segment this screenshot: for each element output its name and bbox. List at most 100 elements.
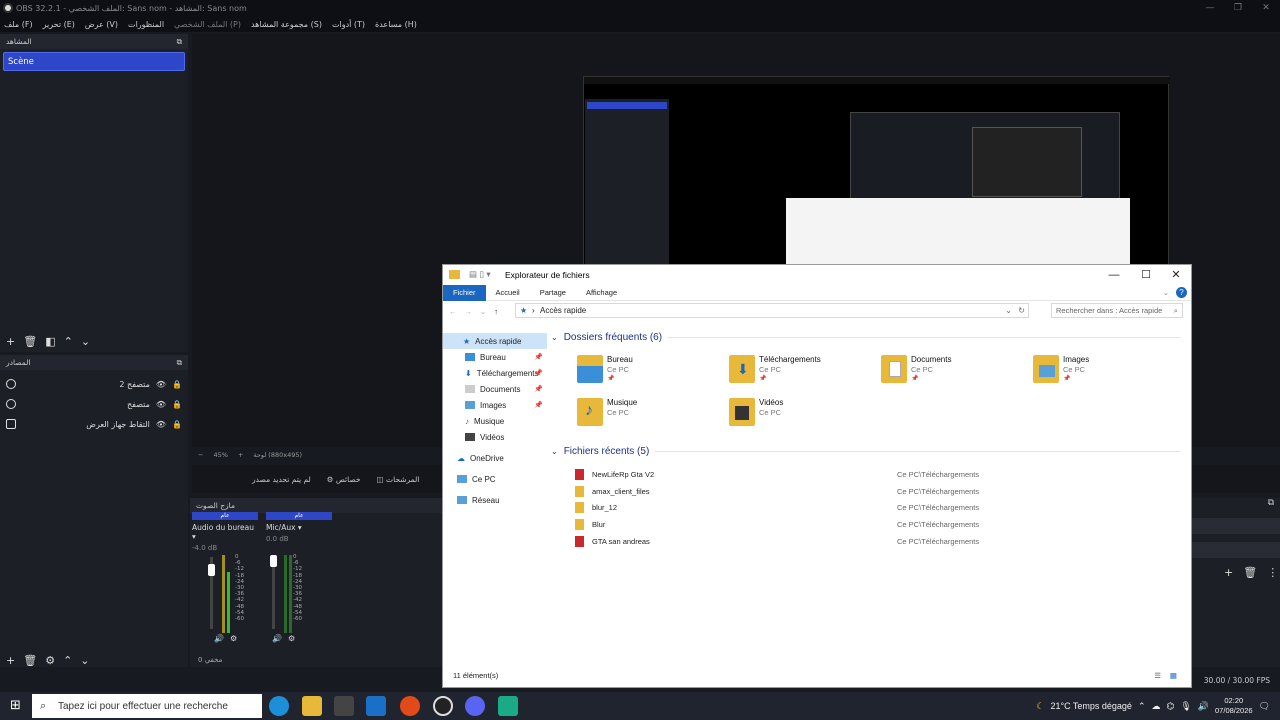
- folder-tile[interactable]: Documents Ce PC 📌: [881, 353, 1031, 393]
- mail-icon[interactable]: [366, 696, 386, 716]
- onedrive-icon[interactable]: ☁: [1152, 701, 1161, 712]
- obs-icon[interactable]: [433, 696, 453, 716]
- menu-tools[interactable]: أدوات (T): [332, 20, 365, 29]
- expand-ribbon-icon[interactable]: ⌄: [1163, 288, 1169, 297]
- zoom-out-icon[interactable]: −: [198, 451, 203, 459]
- folder-tile[interactable]: Bureau Ce PC 📌: [577, 353, 727, 393]
- recent-file-row[interactable]: GTA san andreas Ce PC\Téléchargements: [575, 533, 1175, 549]
- minimize-icon[interactable]: —: [1196, 0, 1224, 16]
- source-item[interactable]: متصفح 2 👁 🔒: [0, 374, 188, 394]
- nav-item-desktop[interactable]: Bureau 📌: [443, 349, 547, 365]
- details-view-icon[interactable]: ☰: [1154, 671, 1161, 680]
- undock-icon[interactable]: ⧉: [177, 358, 182, 368]
- speaker-icon[interactable]: 🔊: [272, 634, 282, 643]
- volume-icon[interactable]: 🔊: [1198, 701, 1209, 712]
- move-up-icon[interactable]: ⌃: [64, 335, 73, 348]
- scene-item[interactable]: Scène: [3, 52, 185, 71]
- minimize-icon[interactable]: —: [1099, 265, 1129, 285]
- recent-file-row[interactable]: amax_client_files Ce PC\Téléchargements: [575, 483, 1175, 499]
- notifications-icon[interactable]: 🗨: [1259, 701, 1270, 712]
- eye-icon[interactable]: 👁: [156, 420, 166, 429]
- add-scene-icon[interactable]: +: [6, 335, 15, 348]
- source-item[interactable]: التقاط جهاز العرض 👁 🔒: [0, 414, 188, 434]
- search-input[interactable]: Rechercher dans : Accès rapide ⌕: [1051, 303, 1183, 318]
- menu-file[interactable]: ملف (F): [4, 20, 33, 29]
- close-icon[interactable]: ✕: [1252, 0, 1280, 16]
- lock-icon[interactable]: 🔒: [172, 400, 182, 409]
- refresh-icon[interactable]: ↻: [1018, 306, 1025, 315]
- folder-tile[interactable]: ♪ Musique Ce PC: [577, 396, 727, 436]
- zoom-in-icon[interactable]: +: [238, 451, 243, 459]
- nav-item-videos[interactable]: Vidéos: [443, 429, 547, 445]
- preview-canvas[interactable]: [583, 76, 1170, 266]
- recent-file-row[interactable]: Blur Ce PC\Téléchargements: [575, 516, 1175, 532]
- undock-icon[interactable]: ⧉: [177, 37, 182, 47]
- quick-access-toolbar[interactable]: ▤ ▯ ▾: [469, 269, 491, 280]
- address-bar[interactable]: ★ › Accès rapide ⌄ ↻: [515, 303, 1029, 318]
- add-icon[interactable]: +: [1224, 566, 1233, 579]
- tab-file[interactable]: Fichier: [443, 284, 486, 301]
- recent-file-row[interactable]: NewLifeRp Gta V2 Ce PC\Téléchargements: [575, 466, 1175, 482]
- menu-scene-collection[interactable]: مجموعة المشاهد (S): [251, 20, 322, 29]
- folder-tile[interactable]: ⬇ Téléchargements Ce PC 📌: [729, 353, 879, 393]
- maximize-icon[interactable]: ☐: [1131, 265, 1161, 285]
- transition-select[interactable]: [1192, 518, 1280, 534]
- app-icon[interactable]: [498, 696, 518, 716]
- nav-item-downloads[interactable]: ⬇ Téléchargements 📌: [443, 365, 547, 381]
- eye-icon[interactable]: 👁: [156, 380, 166, 389]
- settings-icon[interactable]: ⚙: [230, 634, 237, 643]
- nav-item-music[interactable]: ♪ Musique: [443, 413, 547, 429]
- recent-file-row[interactable]: blur_12 Ce PC\Téléchargements: [575, 499, 1175, 515]
- network-icon[interactable]: ⌬: [1167, 701, 1175, 712]
- forward-icon[interactable]: →: [465, 307, 473, 316]
- remove-icon[interactable]: 🗑: [1243, 566, 1257, 579]
- duration-spinbox[interactable]: [1192, 542, 1280, 558]
- menu-docks[interactable]: المنظورات: [128, 20, 164, 29]
- discord-icon[interactable]: [465, 696, 485, 716]
- windows-start-icon[interactable]: ⊞: [10, 698, 21, 713]
- volume-slider-handle[interactable]: [270, 555, 277, 567]
- menu-view[interactable]: عرض (V): [85, 20, 118, 29]
- file-explorer-icon[interactable]: [302, 696, 322, 716]
- volume-slider[interactable]: [272, 557, 275, 629]
- lock-icon[interactable]: 🔒: [172, 380, 182, 389]
- volume-slider-handle[interactable]: [208, 564, 215, 576]
- nav-item-onedrive[interactable]: ☁ OneDrive: [443, 450, 547, 466]
- speaker-icon[interactable]: 🔊: [214, 634, 224, 643]
- address-dropdown-icon[interactable]: ⌄: [1005, 306, 1012, 315]
- tab-view[interactable]: Affichage: [576, 285, 627, 301]
- channel-name[interactable]: Mic/Aux ▾: [266, 523, 332, 532]
- settings-icon[interactable]: ⚙: [288, 634, 295, 643]
- tray-overflow-icon[interactable]: ⌃: [1138, 701, 1146, 712]
- nav-item-network[interactable]: Réseau: [443, 492, 547, 508]
- weather-text[interactable]: 21°C Temps dégagé: [1050, 701, 1132, 711]
- recent-files-header[interactable]: ⌄ Fichiers récents (5): [551, 443, 1187, 459]
- eye-icon[interactable]: 👁: [156, 400, 166, 409]
- menu-icon[interactable]: ⋮: [1267, 566, 1278, 579]
- frequent-folders-header[interactable]: ⌄ Dossiers fréquents (6): [551, 329, 1187, 345]
- tiles-view-icon[interactable]: ▦: [1170, 671, 1177, 680]
- folder-tile[interactable]: Images Ce PC 📌: [1033, 353, 1183, 393]
- edge-browser-icon[interactable]: [269, 696, 289, 716]
- back-icon[interactable]: ←: [449, 307, 457, 316]
- recent-locations-icon[interactable]: ⌄: [480, 307, 486, 316]
- nav-item-pictures[interactable]: Images 📌: [443, 397, 547, 413]
- nav-item-documents[interactable]: Documents 📌: [443, 381, 547, 397]
- source-item[interactable]: متصفح 👁 🔒: [0, 394, 188, 414]
- nav-item-this-pc[interactable]: Ce PC: [443, 471, 547, 487]
- channel-name[interactable]: Audio du bureau ▾: [192, 523, 258, 541]
- brave-browser-icon[interactable]: [400, 696, 420, 716]
- up-icon[interactable]: ↑: [494, 307, 498, 316]
- undock-icon[interactable]: ⧉: [1268, 498, 1274, 508]
- menu-edit[interactable]: تحرير (E): [43, 20, 75, 29]
- tab-home[interactable]: Accueil: [486, 285, 530, 301]
- scene-filters-icon[interactable]: ◧: [45, 335, 55, 348]
- nav-item-quick-access[interactable]: ★ Accès rapide: [443, 333, 547, 349]
- microphone-icon[interactable]: 🎙: [1180, 701, 1191, 712]
- close-icon[interactable]: ✕: [1161, 265, 1191, 285]
- folder-tile[interactable]: Vidéos Ce PC: [729, 396, 879, 436]
- maximize-icon[interactable]: ❐: [1224, 0, 1252, 16]
- clock[interactable]: 02:20 07/08/2026: [1215, 696, 1253, 716]
- move-down-icon[interactable]: ⌄: [81, 335, 90, 348]
- filters-button[interactable]: ◫ المرشحات: [377, 475, 420, 484]
